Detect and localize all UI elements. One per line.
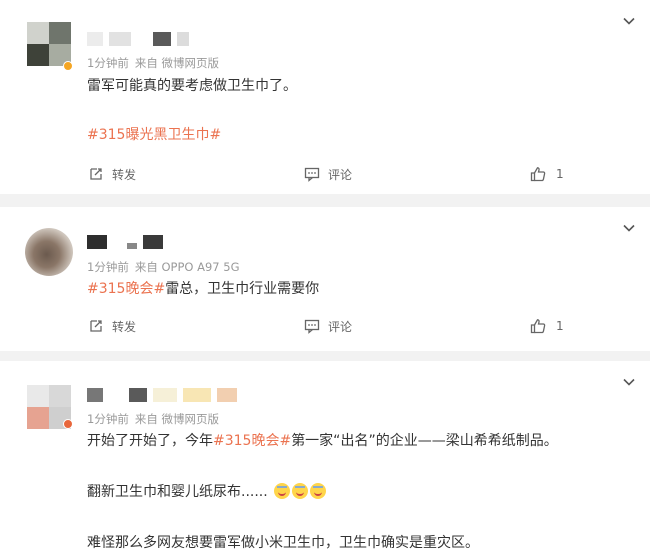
repost-icon <box>90 168 102 180</box>
comment-label: 评论 <box>328 167 353 182</box>
thumbs-up-icon <box>530 167 546 182</box>
post-text: 雷军可能真的要考虑做卫生巾了。 <box>87 78 297 94</box>
comment-button[interactable]: 评论 <box>304 164 352 184</box>
post-text-body: 雷总，卫生巾行业需要你 <box>165 281 320 297</box>
post-meta: 1分钟前 来自 微博网页版 <box>87 55 219 71</box>
repost-button[interactable]: 转发 <box>88 164 136 184</box>
post-text-body: 翻新卫生巾和婴儿纸尿布...... <box>87 484 268 500</box>
chevron-down-icon[interactable] <box>622 221 636 235</box>
repost-button[interactable]: 转发 <box>88 316 136 336</box>
comment-button[interactable]: 评论 <box>304 316 352 336</box>
avatar[interactable] <box>27 22 71 66</box>
post-actions: 转发 评论 1 <box>0 164 650 184</box>
username-blurred[interactable] <box>87 235 163 249</box>
verified-badge-icon <box>63 61 73 71</box>
post-actions: 转发 评论 1 <box>0 316 650 336</box>
post-time[interactable]: 1分钟前 <box>87 260 129 274</box>
hashtag-link[interactable]: #315晚会# <box>213 433 291 449</box>
repost-label: 转发 <box>112 319 137 334</box>
post-source: 来自 微博网页版 <box>134 412 219 426</box>
username-blurred[interactable] <box>87 32 189 46</box>
comment-icon <box>304 319 320 334</box>
comment-icon <box>304 167 320 182</box>
post-source: 来自 OPPO A97 5G <box>134 260 240 274</box>
post-meta: 1分钟前 来自 OPPO A97 5G <box>87 259 240 275</box>
username-blurred[interactable] <box>87 388 237 402</box>
like-button[interactable]: 1 <box>530 316 564 336</box>
like-count: 1 <box>556 167 564 181</box>
post-text-post: 第一家“出名”的企业——梁山希希纸制品。 <box>291 433 558 449</box>
post-card-2: 1分钟前 来自 OPPO A97 5G #315晚会#雷总，卫生巾行业需要你 转发… <box>0 207 650 351</box>
post-text-line-1: 开始了开始了，今年#315晚会#第一家“出名”的企业——梁山希希纸制品。 <box>87 432 558 450</box>
repost-icon <box>90 320 102 332</box>
post-source: 来自 微博网页版 <box>134 56 219 70</box>
post-text-pre: 开始了开始了，今年 <box>87 433 213 449</box>
laugh-cry-emoji-icon <box>310 483 327 499</box>
repost-label: 转发 <box>112 167 137 182</box>
post-meta: 1分钟前 来自 微博网页版 <box>87 411 219 427</box>
post-text: #315晚会#雷总，卫生巾行业需要你 <box>87 280 319 298</box>
hashtag-link[interactable]: #315曝光黑卫生巾# <box>87 126 221 144</box>
comment-label: 评论 <box>328 319 353 334</box>
post-card-3: 1分钟前 来自 微博网页版 开始了开始了，今年#315晚会#第一家“出名”的企业—… <box>0 361 650 558</box>
like-count: 1 <box>556 319 564 333</box>
post-card-1: 1分钟前 来自 微博网页版 雷军可能真的要考虑做卫生巾了。 #315曝光黑卫生巾#… <box>0 0 650 194</box>
like-button[interactable]: 1 <box>530 164 564 184</box>
chevron-down-icon[interactable] <box>622 14 636 28</box>
chevron-down-icon[interactable] <box>622 375 636 389</box>
thumbs-up-icon <box>530 319 546 334</box>
post-text-line-3: 难怪那么多网友想要雷军做小米卫生巾，卫生巾确实是重灾区。 <box>87 535 479 551</box>
laugh-cry-emoji-icon <box>274 483 291 499</box>
post-time[interactable]: 1分钟前 <box>87 56 129 70</box>
verified-badge-icon <box>63 419 73 429</box>
avatar[interactable] <box>25 228 73 276</box>
hashtag-link[interactable]: #315晚会# <box>87 281 165 297</box>
post-text-line-2: 翻新卫生巾和婴儿纸尿布...... <box>87 483 327 501</box>
post-time[interactable]: 1分钟前 <box>87 412 129 426</box>
laugh-cry-emoji-icon <box>292 483 309 499</box>
